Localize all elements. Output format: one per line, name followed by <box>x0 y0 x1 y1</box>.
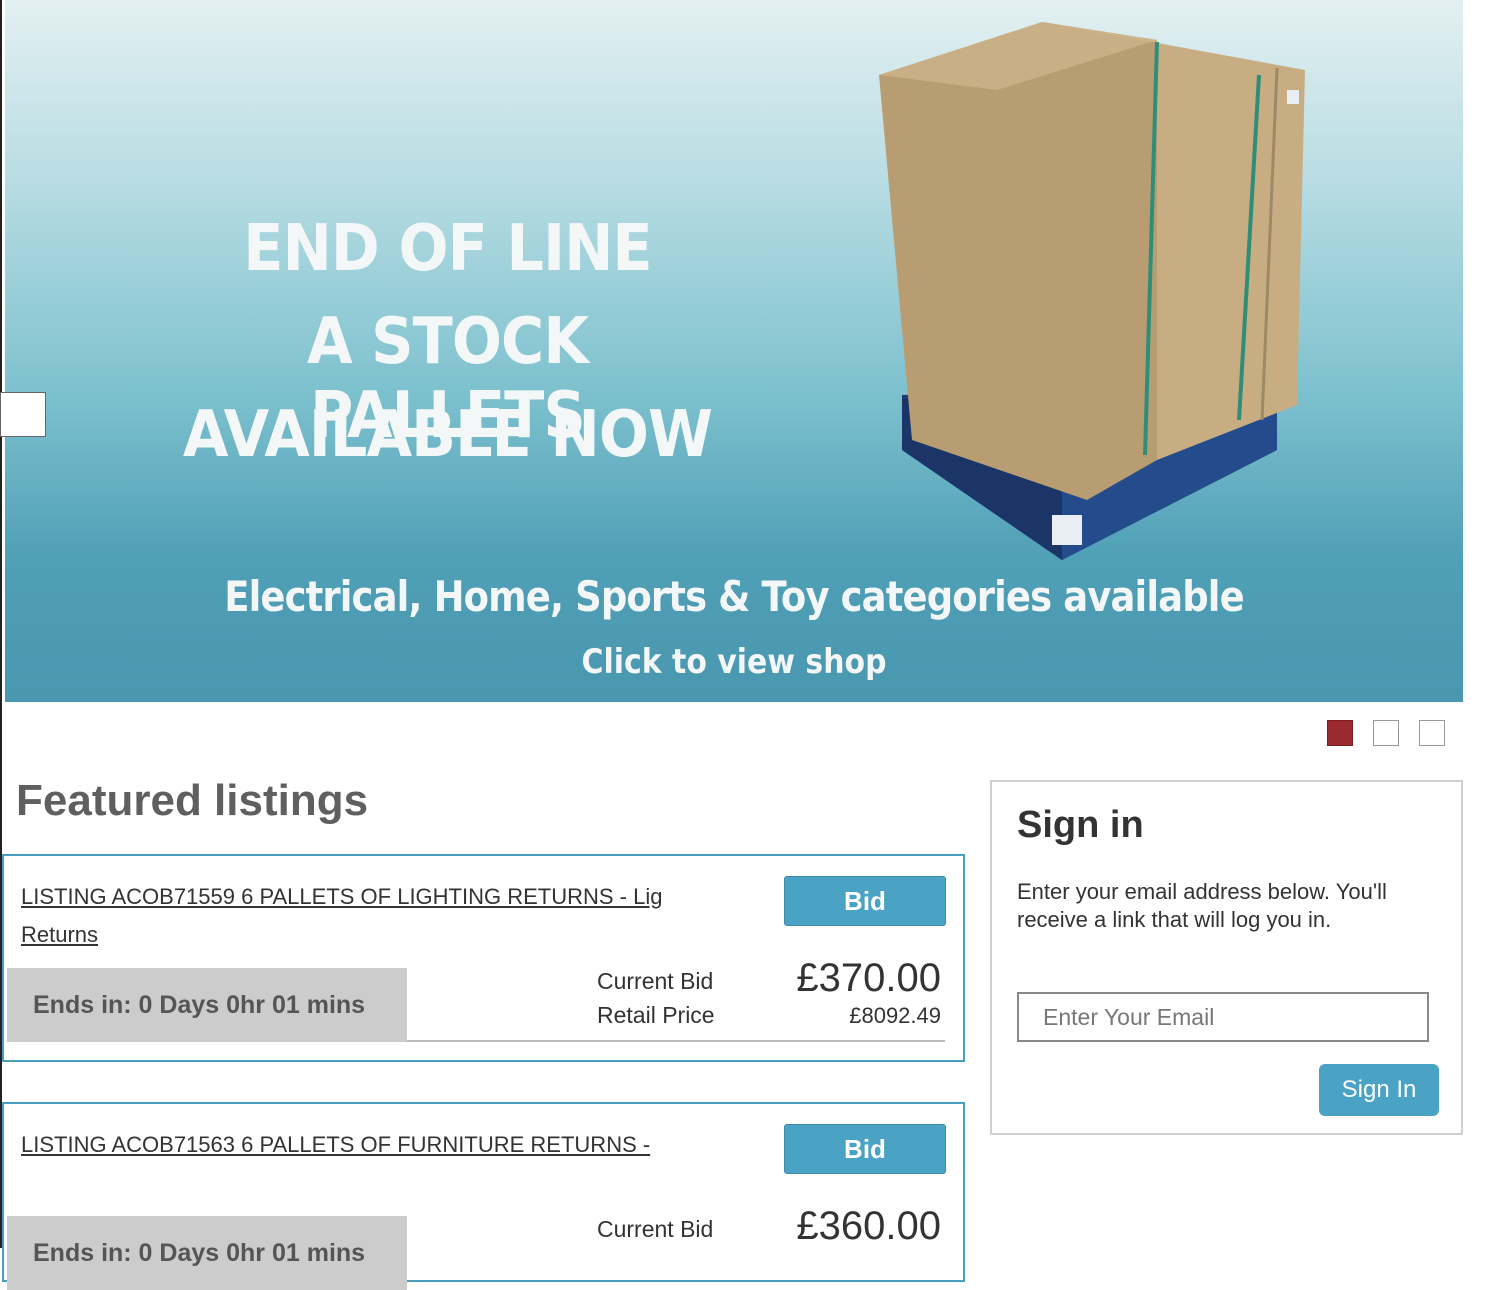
listing-card: LISTING ACOB71559 6 PALLETS OF LIGHTING … <box>2 854 965 1062</box>
retail-price-label: Retail Price <box>597 1002 715 1028</box>
sign-in-heading: Sign in <box>1017 804 1144 846</box>
sign-in-button[interactable]: Sign In <box>1319 1064 1439 1116</box>
current-bid-value: £370.00 <box>796 956 941 1000</box>
hero-line-3: AVAILABLE NOW <box>182 398 713 472</box>
current-bid-label: Current Bid <box>597 968 714 994</box>
ends-in-countdown: Ends in: 0 Days 0hr 01 mins <box>7 1216 407 1290</box>
bid-button[interactable]: Bid <box>784 876 946 926</box>
hero-cta-link[interactable]: Click to view shop <box>92 642 1375 682</box>
hero-subtitle: Electrical, Home, Sports & Toy categorie… <box>224 572 1244 621</box>
current-bid-value: £360.00 <box>796 1204 941 1248</box>
sign-in-panel: Sign in Enter your email address below. … <box>990 780 1463 1135</box>
email-input[interactable] <box>1017 992 1429 1042</box>
listing-title-link-continued[interactable]: Returns <box>21 916 98 954</box>
carousel-dot-2[interactable] <box>1373 720 1399 746</box>
featured-listings-title: Featured listings <box>16 776 369 825</box>
current-bid-label: Current Bid <box>597 1216 714 1242</box>
pallet-box-image <box>879 22 1305 560</box>
carousel-dot-3[interactable] <box>1419 720 1445 746</box>
listing-divider <box>407 1040 945 1042</box>
hero-banner[interactable]: END OF LINE A STOCK PALLETS AVAILABLE NO… <box>5 0 1463 702</box>
listing-title-link[interactable]: LISTING ACOB71563 6 PALLETS OF FURNITURE… <box>21 1126 721 1164</box>
carousel-dot-1[interactable] <box>1327 720 1353 746</box>
listing-card: LISTING ACOB71563 6 PALLETS OF FURNITURE… <box>2 1102 965 1290</box>
retail-price-value: £8092.49 <box>849 1003 941 1028</box>
ends-in-countdown: Ends in: 0 Days 0hr 01 mins <box>7 968 407 1042</box>
carousel-prev-button[interactable] <box>0 392 46 437</box>
hero-line-1: END OF LINE <box>243 212 652 286</box>
bid-button[interactable]: Bid <box>784 1124 946 1174</box>
sign-in-description: Enter your email address below. You'll r… <box>1017 879 1387 932</box>
listing-title-link[interactable]: LISTING ACOB71559 6 PALLETS OF LIGHTING … <box>21 878 661 916</box>
